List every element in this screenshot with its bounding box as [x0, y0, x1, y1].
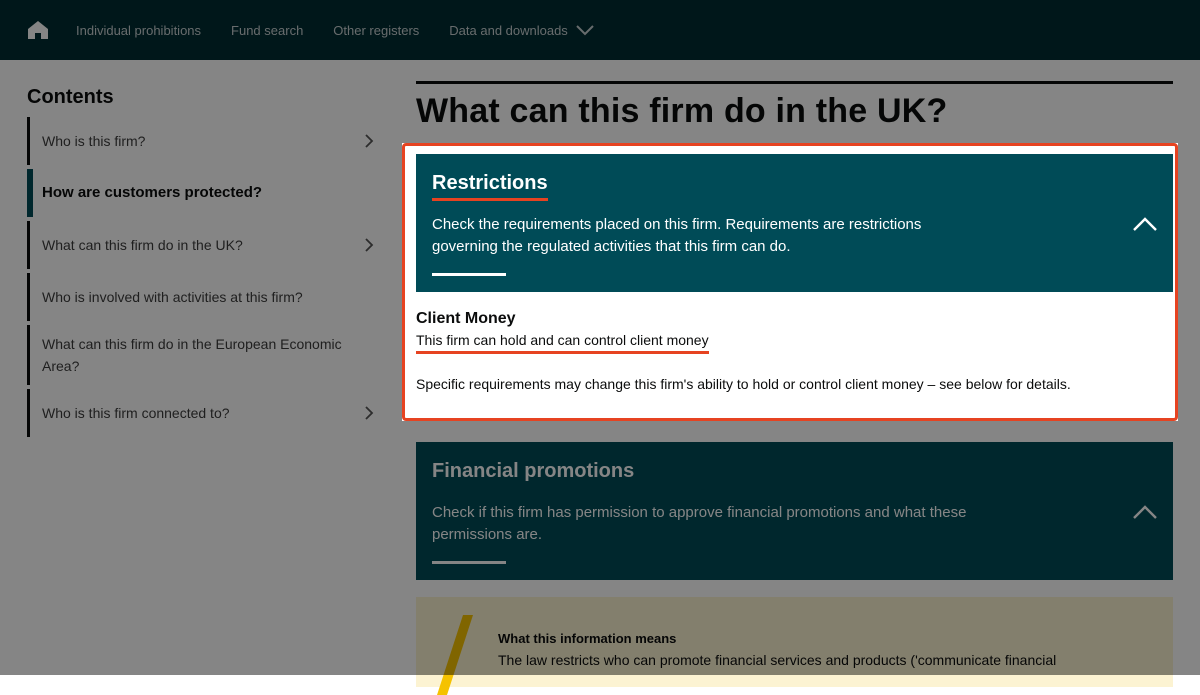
restrictions-title-text: Restrictions: [432, 172, 548, 194]
chevron-up-icon[interactable]: [1131, 214, 1159, 234]
restrictions-section: Restrictions Check the requirements plac…: [416, 154, 1173, 392]
dim-overlay-bottom: [0, 421, 1200, 675]
restrictions-description: Check the requirements placed on this fi…: [432, 216, 922, 255]
title-underline: [432, 198, 548, 201]
restrictions-header[interactable]: Restrictions Check the requirements plac…: [416, 154, 1173, 292]
client-money-value-text: This firm can hold and can control clien…: [416, 332, 709, 348]
dim-overlay-left: [0, 143, 402, 421]
restrictions-body: Client Money This firm can hold and can …: [416, 292, 1173, 392]
dim-overlay-right: [1178, 143, 1200, 421]
restrictions-title: Restrictions: [432, 172, 548, 201]
value-underline: [416, 351, 709, 354]
dim-overlay-top: [0, 0, 1200, 143]
client-money-title: Client Money: [416, 310, 516, 327]
header-accent-bar: [432, 273, 506, 276]
client-money-value: This firm can hold and can control clien…: [416, 332, 709, 354]
client-money-note: Specific requirements may change this fi…: [416, 376, 1071, 392]
